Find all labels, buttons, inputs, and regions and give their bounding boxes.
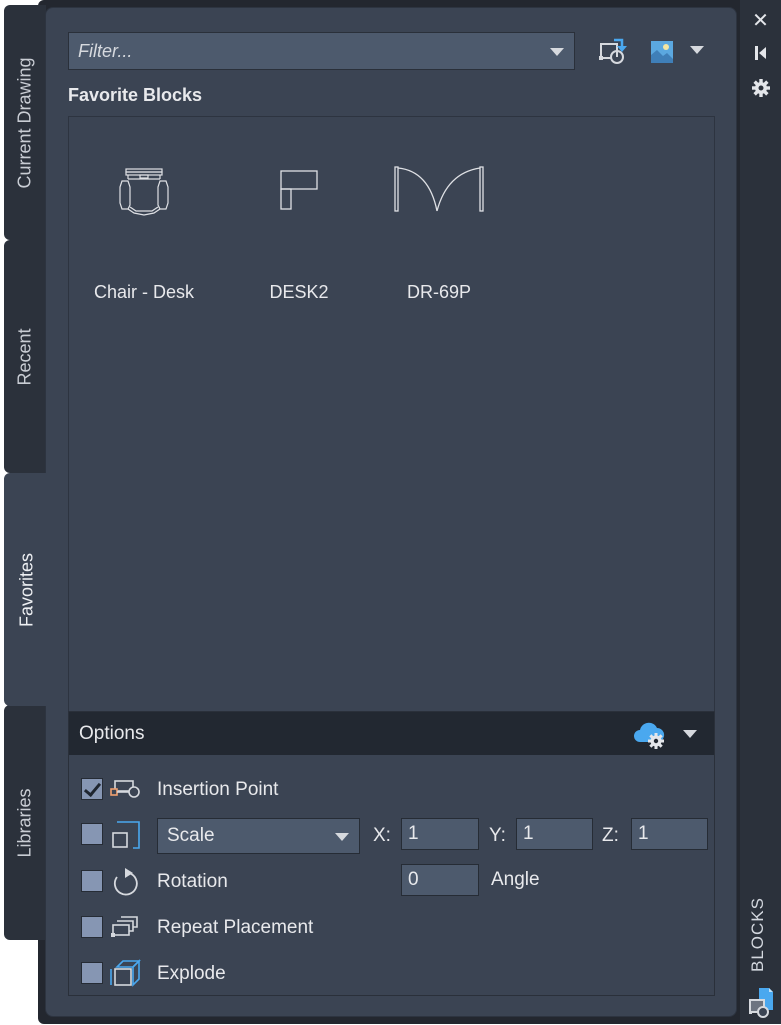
repeat-placement-option: Repeat Placement: [81, 913, 381, 943]
tab-favorites[interactable]: Favorites: [4, 473, 50, 706]
repeat-placement-icon: [111, 916, 138, 937]
scale-x-input[interactable]: [401, 818, 479, 850]
properties-gear-icon[interactable]: [740, 78, 781, 104]
desk2-preview-icon: [280, 170, 318, 210]
close-icon[interactable]: ✕: [740, 8, 781, 33]
scale-icon: [112, 821, 140, 849]
scale-y-label: Y:: [489, 825, 506, 846]
scale-y-input[interactable]: [516, 818, 593, 850]
block-item-chair-desk[interactable]: Chair - Desk: [79, 147, 209, 312]
import-block-icon[interactable]: [598, 36, 632, 73]
options-header[interactable]: Options: [69, 712, 714, 755]
filter-input[interactable]: [69, 33, 539, 69]
cloud-settings-icon[interactable]: [634, 720, 668, 755]
explode-option: Explode: [81, 959, 381, 989]
tab-label: Current Drawing: [14, 56, 35, 189]
scale-z-input[interactable]: [631, 818, 708, 850]
rotation-icon: [113, 868, 138, 896]
insertion-point-checkbox[interactable]: [81, 778, 103, 800]
blocks-palette-icon: [740, 986, 781, 1025]
filter-dropdown-icon[interactable]: [550, 48, 564, 56]
tab-label: Libraries: [14, 787, 35, 858]
palette-titlebar: [740, 0, 781, 1024]
tab-label: Recent: [14, 327, 35, 386]
repeat-placement-checkbox[interactable]: [81, 916, 103, 938]
thumbnail-view-icon[interactable]: [650, 40, 674, 69]
scale-mode-value: Scale: [167, 825, 215, 846]
favorite-blocks-grid: Chair - Desk DESK2 DR-69P: [68, 116, 715, 712]
scale-z-label: Z:: [602, 825, 619, 846]
view-options-dropdown-icon[interactable]: [690, 46, 704, 54]
scale-x-label: X:: [373, 825, 391, 846]
insertion-point-option: Insertion Point: [81, 775, 381, 805]
explode-checkbox[interactable]: [81, 962, 103, 984]
chair-desk-preview-icon: [119, 168, 169, 216]
block-name: DESK2: [269, 282, 329, 302]
scale-mode-select[interactable]: Scale: [157, 818, 360, 854]
rotation-angle-input[interactable]: [401, 864, 479, 896]
rotation-label: Rotation: [157, 871, 228, 892]
explode-label: Explode: [157, 963, 226, 984]
tab-recent[interactable]: Recent: [4, 240, 46, 473]
scale-checkbox[interactable]: [81, 823, 103, 845]
options-dropdown-icon[interactable]: [683, 730, 697, 738]
insertion-point-label: Insertion Point: [157, 779, 279, 800]
explode-icon: [110, 959, 141, 987]
palette-title: BLOCKS: [748, 897, 767, 972]
block-item-desk2[interactable]: DESK2: [234, 147, 364, 312]
rotation-option: Rotation: [81, 867, 381, 897]
tab-libraries[interactable]: Libraries: [4, 705, 46, 940]
section-title: Favorite Blocks: [68, 85, 203, 105]
filter-combobox[interactable]: [68, 32, 575, 70]
block-item-dr-69p[interactable]: DR-69P: [374, 147, 504, 312]
tab-label: Favorites: [16, 552, 37, 627]
auto-hide-icon[interactable]: [740, 44, 781, 67]
options-title: Options: [79, 723, 145, 744]
scale-mode-dropdown-icon: [335, 833, 349, 841]
block-name: Chair - Desk: [93, 282, 195, 302]
block-name: DR-69P: [406, 282, 472, 302]
tab-current-drawing[interactable]: Current Drawing: [4, 5, 46, 240]
insertion-point-icon: [110, 780, 140, 798]
rotation-checkbox[interactable]: [81, 870, 103, 892]
options-panel: Options Insertion Point Scale X: Y: Z: R…: [68, 711, 715, 996]
repeat-placement-label: Repeat Placement: [157, 917, 314, 938]
angle-label: Angle: [491, 869, 540, 890]
door-preview-icon: [394, 166, 484, 212]
